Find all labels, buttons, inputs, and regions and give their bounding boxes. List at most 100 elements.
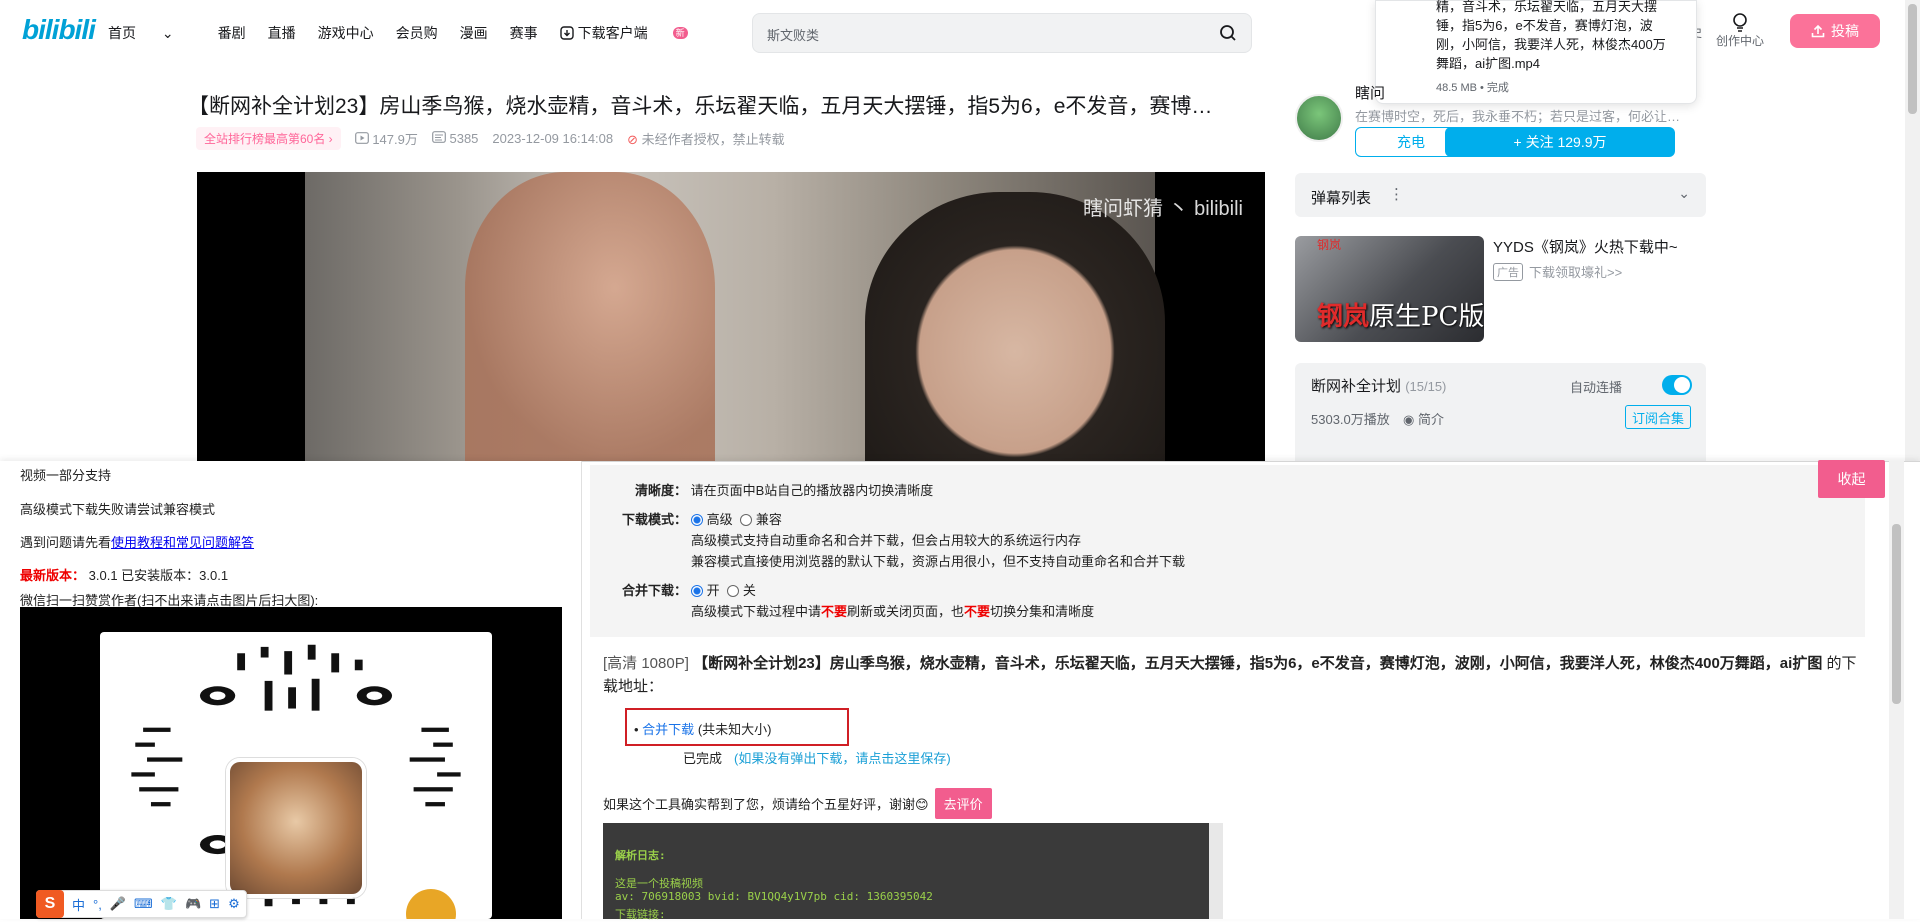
donate-qr-code[interactable] [100, 632, 492, 919]
video-watermark: 瞎问虾猜 丶 bilibili [1082, 198, 1243, 220]
uploader-name[interactable]: 瞎问 [1355, 82, 1385, 103]
search-bar[interactable]: 斯文败类 [752, 13, 1252, 53]
video-meta: 全站排行榜最高第60名 › 147.9万 5385 2023-12-09 16:… [196, 127, 785, 150]
playlist-plays: 5303.0万播放 [1311, 412, 1390, 427]
search-icon[interactable] [1219, 24, 1237, 42]
ad-corner-text: 钢岚 [1317, 238, 1342, 252]
parse-log[interactable]: 解析日志: 这是一个投稿视频 av: 706918003 bvid: BV1QQ… [603, 823, 1223, 921]
merge-download-link[interactable]: 合并下载 [642, 722, 694, 737]
nav-manga[interactable]: 漫画 [460, 23, 488, 43]
danmaku-icon [431, 131, 446, 143]
merge-off-option[interactable]: 关 [726, 583, 756, 598]
search-input[interactable]: 斯文败类 [767, 25, 819, 44]
uploader-desc: 在赛博时空，死后，我永垂不朽；若只是过客，何必让… [1355, 109, 1681, 124]
keyboard-icon[interactable]: ⌨ [134, 896, 153, 912]
forbidden-icon: ⊘ [627, 132, 639, 147]
mode-advanced-radio[interactable] [690, 514, 703, 526]
merge-desc-e: 切换分集和清晰度 [990, 604, 1095, 619]
danmaku-list-panel[interactable]: 弹幕列表 ⋮ ⌄ [1295, 173, 1706, 217]
clarity-label: 清晰度： [635, 483, 688, 498]
log-scrollbar[interactable] [1209, 823, 1223, 919]
playlist-title[interactable]: 断网补全计划 (15/15) [1311, 375, 1446, 396]
collapse-button[interactable]: 收起 [1818, 460, 1885, 498]
ime-chinese-mode[interactable]: 中 [72, 895, 85, 914]
download-popup[interactable]: 精，音斗术，乐坛翟天临，五月天大摆锤，指5为6，e不发音，赛博灯泡，波刚，小阿信… [1375, 0, 1697, 104]
ad-image[interactable]: 钢岚 钢岚原生PC版 [1295, 236, 1484, 342]
play-count-icon [354, 132, 369, 144]
nav-download-label: 下载客户端 [577, 25, 648, 41]
upload-label: 投稿 [1831, 23, 1859, 39]
publish-date: 2023-12-09 16:14:08 [492, 131, 614, 146]
version-text: 3.0.1 已安装版本：3.0.1 [88, 568, 229, 583]
version-label: 最新版本： [20, 568, 86, 583]
page-scrollbar[interactable] [1905, 0, 1920, 461]
nav-live[interactable]: 直播 [268, 23, 296, 43]
nav-download-client[interactable]: 下载客户端 新 [559, 23, 710, 43]
creator-center-label: 创作中心 [1716, 34, 1765, 48]
autoplay-label: 自动连播 [1569, 380, 1622, 395]
playlist-intro[interactable]: ◉ 简介 [1403, 409, 1444, 428]
rate-button[interactable]: 去评价 [934, 788, 992, 819]
page-scrollbar-thumb[interactable] [1908, 4, 1917, 114]
danmaku-list-label: 弹幕列表 [1311, 190, 1372, 207]
nav-home[interactable]: 首页 ⌄ [108, 23, 196, 43]
microphone-icon[interactable]: 🎤 [110, 896, 126, 912]
panel-scrollbar[interactable] [1889, 461, 1904, 919]
ime-punctuation-icon[interactable]: °, [93, 897, 102, 912]
merge-on-option[interactable]: 开 [690, 583, 720, 598]
mode-desc-1: 高级模式支持自动重命名和合并下载，但会占用较大的系统运行内存 [691, 533, 1082, 548]
subscribe-collection-button[interactable]: 订阅合集 [1624, 405, 1691, 429]
nav-home-label: 首页 [108, 25, 136, 41]
merge-on-radio[interactable] [690, 585, 703, 597]
ad-sub-text[interactable]: 下载领取壕礼>> [1529, 262, 1622, 281]
no-repost-notice: ⊘ 未经作者授权，禁止转载 [627, 129, 785, 148]
creator-center[interactable]: 创作中心 [1716, 12, 1764, 50]
rank-badge[interactable]: 全站排行榜最高第60名 › [196, 127, 341, 150]
video-person-left [465, 172, 715, 462]
settings-icon[interactable]: ⚙ [228, 896, 240, 912]
faq-prefix: 遇到问题请先看 [20, 535, 112, 550]
video-player[interactable]: 瞎问虾猜 丶 bilibili [197, 172, 1265, 462]
nav-esports[interactable]: 赛事 [510, 23, 538, 43]
ime-toolbar[interactable]: S 中 °, 🎤 ⌨ 👕 🎮 ⊞ ⚙ [36, 890, 247, 918]
game-icon[interactable]: 🎮 [185, 896, 201, 912]
sogou-icon[interactable]: S [36, 890, 64, 918]
chevron-down-icon[interactable]: ⌄ [1678, 185, 1690, 202]
result-quality: [高清 1080P] [603, 655, 689, 672]
merge-desc-b: 不要 [821, 604, 848, 619]
faq-link[interactable]: 使用教程和常见问题解答 [111, 535, 254, 550]
mode-compat-option[interactable]: 兼容 [739, 512, 782, 527]
nav-anime[interactable]: 番剧 [218, 23, 246, 43]
mode-compat-radio[interactable] [739, 514, 752, 526]
download-filename[interactable]: 精，音斗术，乐坛翟天临，五月天大摆锤，指5为6，e不发音，赛博灯泡，波刚，小阿信… [1436, 0, 1676, 73]
upload-button[interactable]: 投稿 [1790, 14, 1880, 48]
merge-off-label: 关 [742, 583, 756, 598]
log-line-2: av: 706918003 bvid: BV1QQ4y1V7pb cid: 13… [615, 890, 933, 903]
toolbox-icon[interactable]: ⊞ [209, 896, 220, 912]
bilibili-logo[interactable]: bilibili [22, 14, 96, 46]
compat-tip: 高级模式下载失败请尝试兼容模式 [20, 502, 216, 517]
chevron-down-icon: ⌄ [161, 25, 174, 41]
skin-icon[interactable]: 👕 [161, 896, 177, 912]
new-badge: 新 [672, 27, 688, 39]
clarity-text: 请在页面中B站自己的播放器内切换清晰度 [690, 483, 934, 498]
mode-advanced-option[interactable]: 高级 [690, 512, 733, 527]
uploader-avatar[interactable] [1295, 94, 1343, 142]
log-line-3: 下载链接: [615, 908, 666, 921]
follow-button[interactable]: + 关注 129.9万 [1445, 127, 1675, 157]
nav-mall[interactable]: 会员购 [396, 23, 438, 43]
playlist-panel: 断网补全计划 (15/15) 自动连播 5303.0万播放 ◉ 简介 订阅合集 [1295, 363, 1706, 463]
rate-line: 如果这个工具确实帮到了您，烦请给个五星好评，谢谢😊 去评价 [603, 788, 992, 819]
ad-image-text-red: 钢岚 [1317, 302, 1370, 332]
panel-scrollbar-thumb[interactable] [1892, 524, 1901, 704]
merge-desc: 高级模式下载过程中请不要刷新或关闭页面，也不要切换分集和清晰度 [691, 601, 1094, 620]
manual-save-link[interactable]: (如果没有弹出下载，请点击这里保存) [734, 751, 951, 766]
download-status: 已完成 (如果没有弹出下载，请点击这里保存) [683, 748, 951, 767]
ad-title[interactable]: YYDS《钢岚》火热下载中~ [1493, 236, 1678, 257]
download-result-heading: [高清 1080P] 【断网补全计划23】房山季鸟猴，烧水壶精，音斗术，乐坛翟天… [603, 652, 1863, 698]
autoplay-toggle[interactable] [1662, 375, 1692, 395]
merge-on-label: 开 [706, 583, 720, 598]
merge-off-radio[interactable] [726, 585, 739, 597]
more-icon[interactable]: ⋮ [1389, 185, 1404, 203]
nav-game-center[interactable]: 游戏中心 [318, 23, 374, 43]
